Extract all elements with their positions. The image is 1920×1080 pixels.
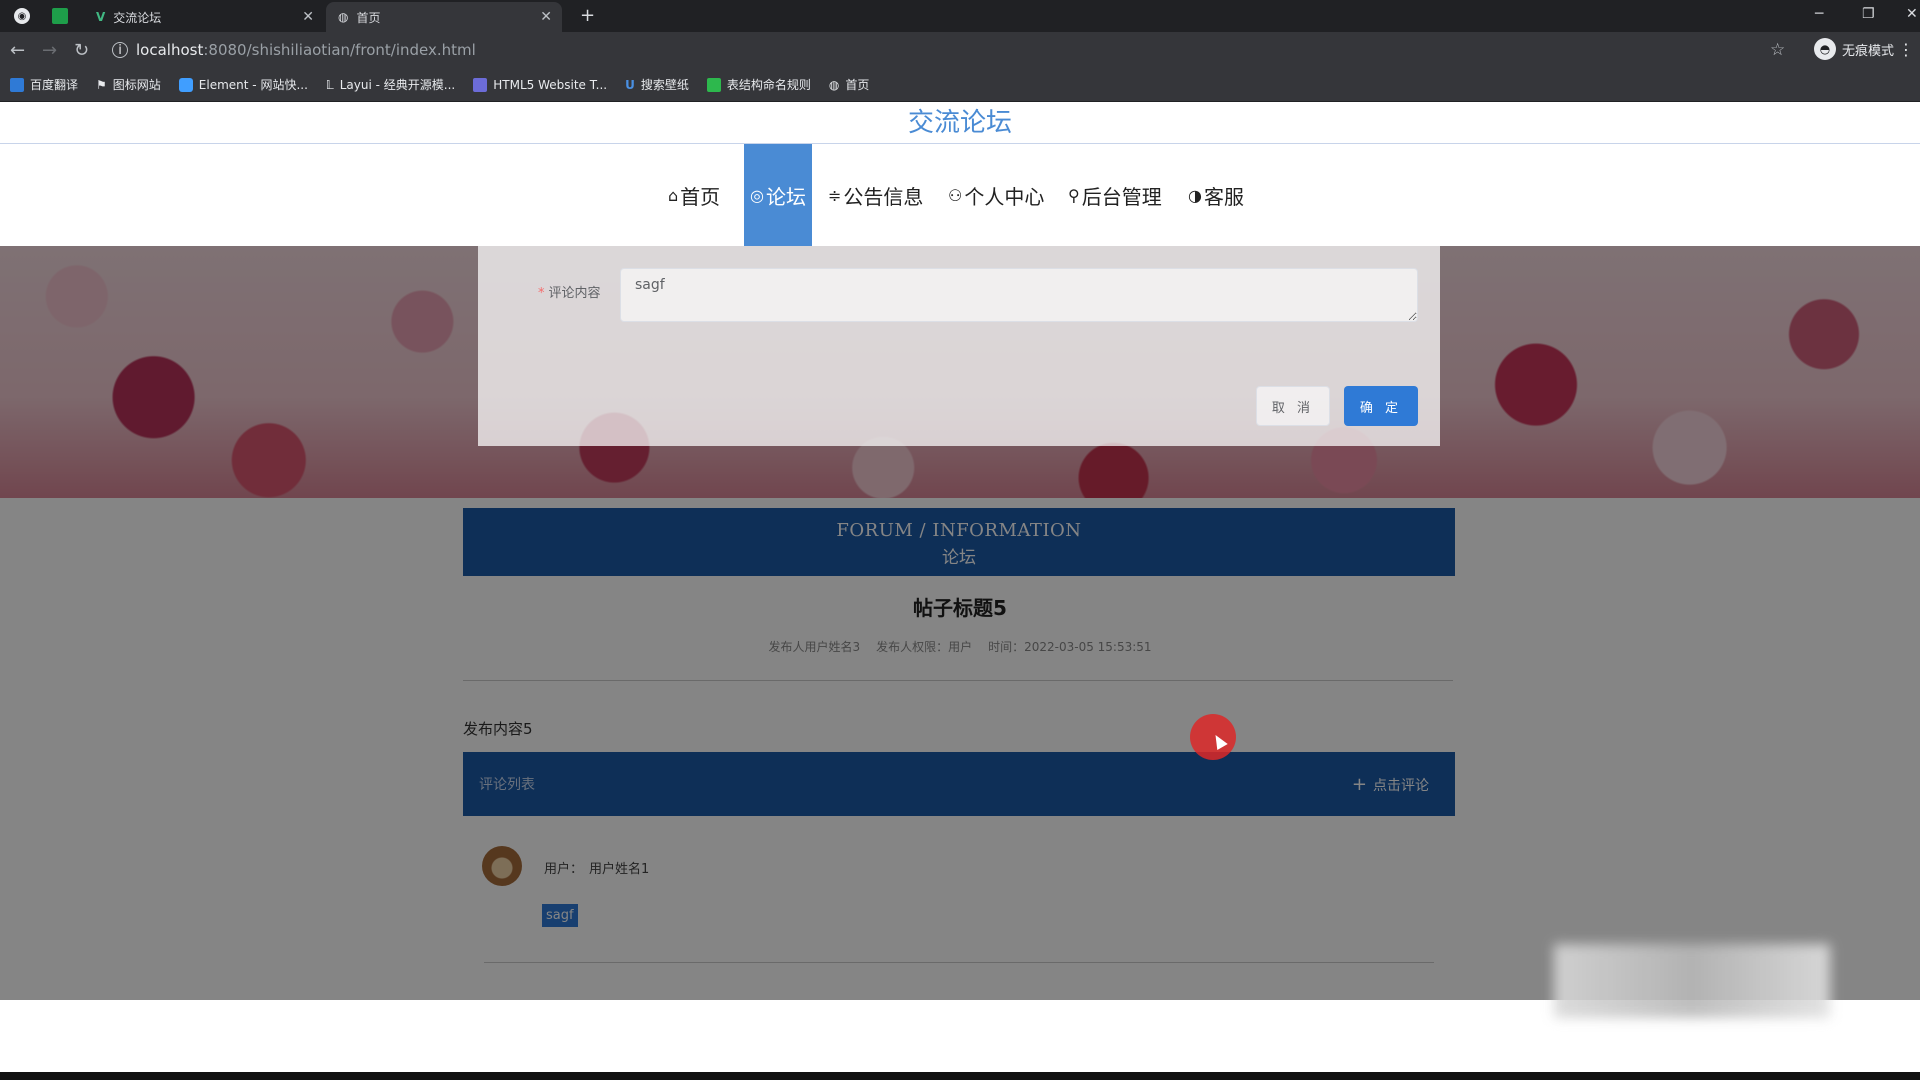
close-window-icon[interactable]: ✕ — [1906, 6, 1918, 22]
nav-user-center[interactable]: ⚇ 个人中心 — [948, 144, 1044, 246]
nav-home[interactable]: ⌂ 首页 — [668, 144, 720, 246]
bookmark-label: 图标网站 — [112, 78, 161, 92]
nav-notice[interactable]: ≑ 公告信息 — [828, 144, 923, 246]
bookmark-item[interactable]: ◍ 首页 — [829, 76, 870, 93]
comment-field-label: * 评论内容 — [538, 282, 601, 301]
page-viewport: 交流论坛 ⌂ 首页 ◎ 论坛 ≑ 公告信息 ⚇ 个人中心 ⚲ 后台管理 ◑ 客服 — [0, 102, 1920, 1078]
bookmark-label: Element - 网站快... — [198, 78, 308, 92]
notice-icon: ≑ — [828, 185, 842, 205]
flag-icon: ⚑ — [96, 77, 107, 92]
bookmark-label: HTML5 Website T... — [493, 77, 608, 92]
url-host: localhost — [136, 41, 204, 59]
comment-field-label-text: 评论内容 — [548, 286, 601, 301]
minimize-icon[interactable]: ─ — [1815, 6, 1823, 22]
back-icon[interactable]: ← — [10, 40, 25, 61]
bookmark-item[interactable]: 𝕃 Layui - 经典开源模... — [326, 76, 455, 93]
tab-label: 交流论坛 — [113, 10, 162, 25]
tab-forum[interactable]: V 交流论坛 ✕ — [84, 2, 324, 32]
nav-label: 公告信息 — [843, 184, 924, 209]
address-bar: ← → ↻ i localhost:8080/shishiliaotian/fr… — [0, 32, 1920, 68]
url-field[interactable]: i localhost:8080/shishiliaotian/front/in… — [112, 38, 476, 62]
new-tab-icon[interactable]: + — [580, 5, 595, 26]
sheets-icon[interactable] — [52, 8, 68, 24]
site-title: 交流论坛 — [0, 102, 1920, 144]
chrome-logo-icon[interactable]: ◉ — [14, 8, 30, 24]
bookmark-item[interactable]: HTML5 Website T... — [473, 77, 608, 92]
incognito-label: 无痕模式 — [1841, 43, 1894, 59]
bookmark-label: 搜索壁纸 — [640, 78, 689, 92]
nav-service[interactable]: ◑ 客服 — [1188, 144, 1244, 246]
reload-icon[interactable]: ↻ — [74, 40, 89, 61]
bookmark-label: Layui - 经典开源模... — [339, 78, 456, 92]
forum-icon: ◎ — [750, 185, 764, 205]
main-nav: ⌂ 首页 ◎ 论坛 ≑ 公告信息 ⚇ 个人中心 ⚲ 后台管理 ◑ 客服 — [0, 144, 1920, 246]
confirm-button[interactable]: 确 定 — [1344, 386, 1418, 426]
url-path: :8080/shishiliaotian/front/index.html — [203, 41, 476, 59]
restore-icon[interactable]: ❐ — [1862, 6, 1875, 22]
cancel-button[interactable]: 取 消 — [1256, 386, 1330, 426]
home-icon: ⌂ — [668, 185, 679, 205]
nav-label: 个人中心 — [964, 184, 1045, 209]
nav-label: 首页 — [680, 184, 721, 209]
incognito-indicator[interactable]: ◓ 无痕模式 — [1813, 38, 1894, 60]
browser-tab-bar: ◉ V 交流论坛 ✕ ◍ 首页 ✕ + ─ ❐ ✕ — [0, 0, 1920, 32]
blurred-watermark — [1554, 944, 1830, 1018]
globe-icon: ◍ — [338, 10, 349, 24]
user-icon: ⚇ — [948, 185, 963, 205]
link-icon: ⚲ — [1068, 185, 1080, 205]
table-icon — [706, 77, 721, 92]
service-icon: ◑ — [1188, 185, 1202, 205]
bookmark-label: 首页 — [845, 78, 870, 92]
nav-forum[interactable]: ◎ 论坛 — [744, 144, 812, 246]
bookmark-item[interactable]: ⚑ 图标网站 — [96, 76, 161, 93]
wallpaper-icon: U — [625, 77, 635, 92]
incognito-icon: ◓ — [1813, 38, 1836, 60]
tab-label: 首页 — [356, 10, 381, 25]
bookmark-label: 表结构命名规则 — [726, 78, 811, 92]
required-mark: * — [538, 286, 545, 301]
screen-bottom-edge — [0, 1072, 1920, 1080]
globe-icon: ◍ — [828, 77, 840, 92]
nav-label: 客服 — [1203, 184, 1244, 209]
translate-icon — [10, 77, 24, 92]
tab-home[interactable]: ◍ 首页 ✕ — [326, 2, 562, 32]
bookmark-label: 百度翻译 — [30, 78, 79, 92]
bookmark-item[interactable]: 表结构命名规则 — [706, 76, 811, 93]
vue-icon: V — [96, 10, 106, 24]
bookmark-item[interactable]: 百度翻译 — [10, 76, 78, 93]
bookmark-star-icon[interactable]: ☆ — [1770, 40, 1785, 60]
nav-label: 论坛 — [765, 184, 806, 209]
comment-textarea[interactable]: sagf — [620, 268, 1418, 322]
forward-icon[interactable]: → — [42, 40, 57, 61]
html5-icon — [473, 77, 488, 92]
close-tab-icon[interactable]: ✕ — [540, 9, 552, 25]
comment-dialog: * 评论内容 sagf 取 消 确 定 — [478, 246, 1440, 446]
nav-label: 后台管理 — [1081, 184, 1162, 209]
bookmark-item[interactable]: U 搜索壁纸 — [625, 76, 689, 93]
element-icon — [178, 77, 193, 92]
menu-dots-icon[interactable]: ⋮ — [1898, 40, 1914, 59]
nav-admin[interactable]: ⚲ 后台管理 — [1068, 144, 1162, 246]
layui-icon: 𝕃 — [325, 77, 334, 92]
close-tab-icon[interactable]: ✕ — [302, 9, 314, 25]
info-icon[interactable]: i — [112, 42, 128, 58]
bookmark-item[interactable]: Element - 网站快... — [178, 76, 308, 93]
bookmarks-bar: 百度翻译 ⚑ 图标网站 Element - 网站快... 𝕃 Layui - 经典开… — [0, 68, 1920, 102]
